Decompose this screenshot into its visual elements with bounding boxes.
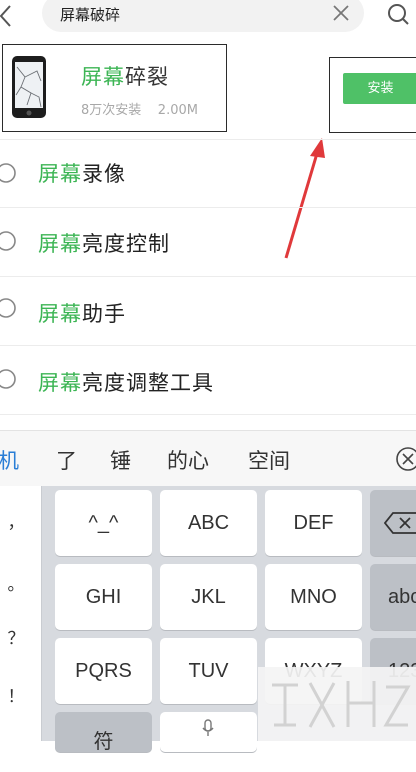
back-arrow-icon[interactable] [0,2,18,30]
app-meta: 8万次安装 2.00M [81,103,198,118]
suggestion-text: 屏幕亮度控制 [38,232,170,256]
candidate-word[interactable]: 的心 [167,445,209,475]
install-button[interactable]: 安装 [343,73,416,104]
symbol-key[interactable]: ！ [0,682,32,707]
symbol-key[interactable]: ？ [0,624,32,649]
key-def[interactable]: DEF [265,490,362,556]
clear-icon[interactable] [332,4,350,22]
install-button-frame: 安装 [329,57,416,133]
suggestion-item[interactable]: 屏幕助手 [0,276,416,344]
cracked-phone-icon [12,56,46,118]
key-emoticon[interactable]: ^_^ [55,490,152,556]
suggestion-item[interactable]: 屏幕录像 [0,139,416,207]
backspace-icon [384,512,416,534]
key-abc-switch[interactable]: abc [370,564,416,630]
key-jkl[interactable]: JKL [160,564,257,630]
candidate-word[interactable]: 空间 [248,445,290,475]
app-name[interactable]: 屏幕碎裂 [81,61,169,91]
search-icon [0,163,16,183]
key-symbols[interactable]: 符 [55,712,152,753]
key-abc[interactable]: ABC [160,490,257,556]
symbol-key[interactable]: 。 [0,570,32,595]
candidate-word[interactable]: 机 [0,445,19,475]
candidate-word[interactable]: 了 [56,445,77,475]
app-result-card[interactable]: 屏幕碎裂 8万次安装 2.00M [2,44,227,132]
key-tuv[interactable]: TUV [160,638,257,704]
watermark-logo-icon [258,667,416,741]
suggestion-item[interactable]: 屏幕亮度调整工具 [0,345,416,413]
divider [0,414,416,415]
search-icon [0,369,16,389]
suggestion-text: 屏幕录像 [38,162,126,186]
candidate-bar: 机 了 锤 的心 空间 [0,430,416,487]
microphone-icon [202,719,214,736]
symbol-key[interactable]: ， [0,508,32,533]
search-icon[interactable] [386,2,410,26]
suggestion-text: 屏幕助手 [38,302,126,326]
suggestion-text: 屏幕亮度调整工具 [38,371,214,395]
suggestion-item[interactable]: 屏幕亮度控制 [0,207,416,275]
search-icon [0,298,16,318]
search-icon [0,231,16,251]
backspace-key[interactable] [370,490,416,556]
search-query: 屏幕破碎 [60,6,121,24]
search-input[interactable]: 屏幕破碎 [42,0,364,32]
search-bar: 屏幕破碎 [0,0,416,34]
key-mno[interactable]: MNO [265,564,362,630]
candidate-word[interactable]: 锤 [110,445,131,475]
close-candidates-icon[interactable] [394,445,416,473]
key-ghi[interactable]: GHI [55,564,152,630]
symbol-column: ， 。 ？ ！ [0,486,42,741]
key-pqrs[interactable]: PQRS [55,638,152,704]
key-space-voice[interactable] [160,712,257,752]
